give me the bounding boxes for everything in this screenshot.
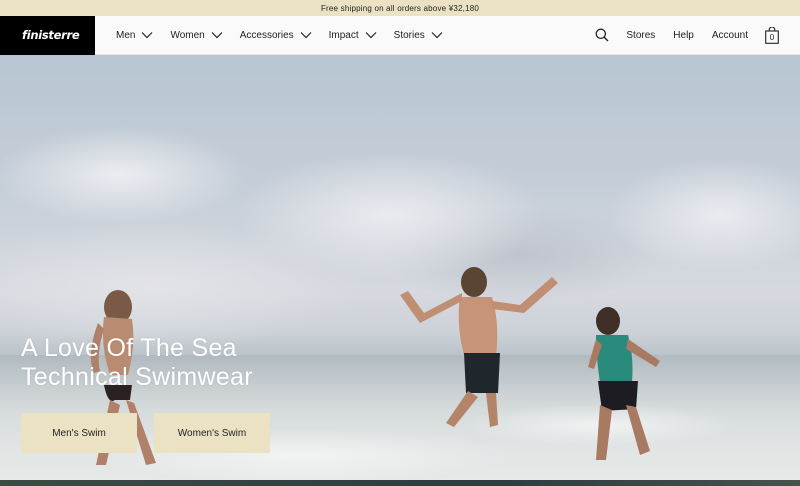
menu-item-stories[interactable]: Stories bbox=[394, 30, 443, 41]
utility-nav: Stores Help Account 0 bbox=[595, 26, 800, 44]
bag-button[interactable]: 0 bbox=[765, 26, 779, 44]
hero-headline-line1: A Love Of The Sea bbox=[21, 334, 237, 362]
bag-count: 0 bbox=[769, 32, 775, 42]
brand-logo[interactable]: finisterre bbox=[0, 15, 95, 55]
menu-item-label[interactable]: Accessories bbox=[240, 30, 294, 41]
primary-menu: Men Women Accessories Impact Stories bbox=[116, 30, 460, 41]
menu-item-label[interactable]: Impact bbox=[329, 30, 359, 41]
hero-banner: A Love Of The Sea Technical Swimwear Men… bbox=[0, 55, 800, 486]
menu-item-impact[interactable]: Impact bbox=[329, 30, 377, 41]
menu-item-accessories[interactable]: Accessories bbox=[240, 30, 312, 41]
next-section-edge bbox=[0, 480, 800, 486]
main-navigation: finisterre Men Women Accessories Impact … bbox=[0, 15, 800, 55]
account-link[interactable]: Account bbox=[712, 30, 748, 41]
promo-bar: Free shipping on all orders above ¥32,18… bbox=[0, 0, 800, 16]
search-icon[interactable] bbox=[595, 28, 609, 42]
chevron-down-icon bbox=[300, 32, 312, 39]
hero-headline-line2: Technical Swimwear bbox=[21, 363, 253, 391]
logo-text[interactable]: finisterre bbox=[22, 28, 80, 42]
chevron-down-icon bbox=[431, 32, 443, 39]
promo-text: Free shipping on all orders above ¥32,18… bbox=[320, 3, 480, 13]
menu-item-label[interactable]: Women bbox=[170, 30, 204, 41]
womens-swim-button[interactable]: Women's Swim bbox=[154, 413, 270, 453]
menu-item-women[interactable]: Women bbox=[170, 30, 223, 41]
help-link[interactable]: Help bbox=[673, 30, 694, 41]
chevron-down-icon bbox=[142, 32, 153, 39]
hero-headline: A Love Of The Sea Technical Swimwear bbox=[21, 334, 253, 392]
chevron-down-icon bbox=[365, 32, 377, 39]
stores-link[interactable]: Stores bbox=[626, 30, 655, 41]
chevron-down-icon bbox=[211, 32, 223, 39]
menu-item-men[interactable]: Men bbox=[116, 30, 153, 41]
menu-item-label[interactable]: Stories bbox=[394, 30, 425, 41]
mens-swim-button[interactable]: Men's Swim bbox=[21, 413, 137, 453]
menu-item-label[interactable]: Men bbox=[116, 30, 135, 41]
